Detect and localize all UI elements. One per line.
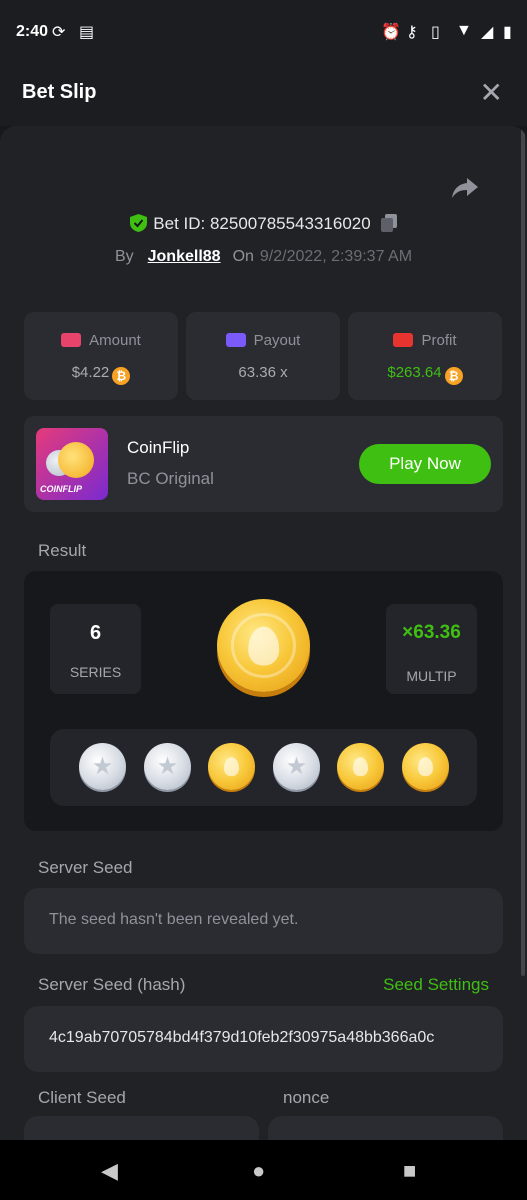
stat-label: Payout [253,332,301,349]
server-hash-label: Server Seed (hash) [38,975,186,994]
battery-icon: ▮ [503,24,512,41]
client-seed-label: Client Seed [38,1088,126,1107]
byline: By Jonkell88 On 9/2/2022, 2:39:37 AM [0,248,527,266]
result-label: Result [38,541,87,560]
gold-coin-icon [58,442,94,478]
bet-slip-header: Bet Slip ✕ [0,62,527,126]
gold-coin-icon [337,743,384,790]
calendar-icon: ▤ [79,24,95,41]
back-icon[interactable]: ◀ [101,1158,118,1184]
stat-label: Amount [89,332,141,349]
bitcoin-icon: ₿ [444,367,463,385]
bet-slip-panel[interactable]: Bet ID: 82500785543316020 By Jonkell88 On 9… [0,126,527,1140]
series-box: 6 SERIES [50,604,141,694]
gold-coin-icon [402,743,449,790]
stat-label: Profit [421,332,457,349]
stat-profit: Profit $263.64 ₿ [348,312,502,400]
bitcoin-icon: ₿ [112,367,131,385]
stat-value: $263.64 [387,364,442,381]
game-name: CoinFlip [127,438,190,457]
thumbnail-label: COINFLIP [40,484,82,494]
stat-amount: Amount $4.22 ₿ [24,312,178,400]
server-hash-field[interactable]: 4c19ab70705784bd4f379d10feb2f30975a48bb3… [24,1006,503,1072]
bet-id: Bet ID: 82500785543316020 [153,214,371,233]
coin-series-row: ★ ★ ★ [50,729,477,806]
game-card: COINFLIP CoinFlip BC Original Play Now [24,416,503,512]
bet-id-row: Bet ID: 82500785543316020 [0,214,527,234]
page-title: Bet Slip [22,81,97,103]
system-nav-bar: ◀ ● ■ [0,1140,527,1200]
on-label: On [232,248,254,265]
gold-coin-icon [208,743,255,790]
result-coin-icon [217,599,310,692]
vibrate-icon: ▯ [431,24,440,41]
status-time: 2:40 [16,23,49,40]
status-bar: 2:40 ⟳ ▤ ⏰ ⚷ ▯ ▼ ◢ ▮ [0,0,527,62]
username-link[interactable]: Jonkell88 [148,248,221,265]
game-subtitle: BC Original [127,469,214,488]
nonce-label: nonce [283,1088,330,1107]
key-icon: ⚷ [406,24,418,41]
multiplier-value: ×63.36 [402,622,461,643]
nfc-icon: ⟳ [52,24,66,41]
nonce-field[interactable] [268,1116,503,1140]
server-seed-field[interactable]: The seed hasn't been revealed yet. [24,888,503,954]
multiplier-label: MULTIP [406,668,457,684]
by-label: By [114,248,134,265]
stat-value: 63.36 x [238,364,288,381]
signal-icon: ◢ [481,24,494,41]
silver-coin-icon: ★ [144,743,191,790]
profit-icon [393,333,414,347]
shield-icon [130,214,148,232]
result-panel: 6 SERIES ×63.36 MULTIP ★ ★ ★ [24,571,503,831]
series-label: SERIES [69,664,122,680]
play-now-button[interactable]: Play Now [359,444,491,484]
server-seed-label: Server Seed [38,858,133,877]
close-icon[interactable]: ✕ [480,76,503,109]
alarm-icon: ⏰ [381,24,401,41]
game-thumbnail: COINFLIP [36,428,108,500]
stat-payout: Payout 63.36 x [186,312,340,400]
multiplier-box: ×63.36 MULTIP [386,604,477,694]
home-icon[interactable]: ● [252,1158,265,1184]
series-value: 6 [89,622,102,644]
wifi-icon: ▼ [456,22,472,39]
server-hash-value: 4c19ab70705784bd4f379d10feb2f30975a48bb3… [49,1029,435,1046]
bet-date: 9/2/2022, 2:39:37 AM [259,248,413,265]
copy-icon[interactable] [380,214,397,232]
amount-icon [61,333,82,347]
silver-coin-icon: ★ [79,743,126,790]
silver-coin-icon: ★ [273,743,320,790]
share-icon[interactable] [451,176,479,200]
client-seed-field[interactable] [24,1116,259,1140]
stat-value: $4.22 [71,364,110,381]
seed-settings-link[interactable]: Seed Settings [383,975,489,995]
card-icon [225,333,246,347]
recents-icon[interactable]: ■ [403,1158,416,1184]
server-seed-value: The seed hasn't been revealed yet. [49,911,299,928]
